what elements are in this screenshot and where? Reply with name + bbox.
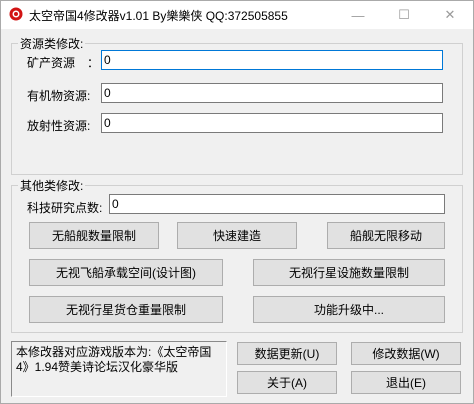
exit-button[interactable]: 退出(E): [351, 371, 461, 394]
main-window: 太空帝国4修改器v1.01 By樂樂侠 QQ:372505855 — ☐ ✕ 资…: [0, 0, 474, 404]
version-info-text[interactable]: 本修改器对应游戏版本为:《太空帝国4》1.94赞美诗论坛汉化豪华版: [11, 341, 227, 397]
minerals-input[interactable]: [101, 50, 443, 70]
about-button[interactable]: 关于(A): [237, 371, 337, 394]
organics-label: 有机物资源:: [27, 89, 91, 103]
other-legend: 其他类修改:: [20, 179, 84, 193]
ignore-cargo-weight-button[interactable]: 无视行星货仓重量限制: [29, 296, 223, 323]
organics-input[interactable]: [101, 83, 443, 103]
window-title: 太空帝国4修改器v1.01 By樂樂侠 QQ:372505855: [29, 9, 288, 23]
close-button[interactable]: ✕: [427, 1, 473, 29]
no-ship-limit-button[interactable]: 无船舰数量限制: [29, 222, 159, 249]
radioactives-input[interactable]: [101, 113, 443, 133]
research-points-input[interactable]: [109, 194, 445, 214]
ignore-carrier-space-button[interactable]: 无视飞船承载空间(设计图): [29, 259, 223, 286]
resources-legend: 资源类修改:: [20, 37, 84, 51]
upgrading-button[interactable]: 功能升级中...: [253, 296, 445, 323]
fast-build-button[interactable]: 快速建造: [177, 222, 297, 249]
title-bar[interactable]: 太空帝国4修改器v1.01 By樂樂侠 QQ:372505855 — ☐ ✕: [1, 1, 473, 29]
radioactives-label: 放射性资源:: [27, 119, 91, 133]
ignore-planet-facility-button[interactable]: 无视行星设施数量限制: [253, 259, 445, 286]
minimize-button[interactable]: —: [335, 1, 381, 29]
research-points-label: 科技研究点数:: [27, 201, 103, 215]
minerals-label: 矿产资源 ：: [27, 56, 100, 70]
unlimited-move-button[interactable]: 船舰无限移动: [327, 222, 445, 249]
maximize-button[interactable]: ☐: [381, 1, 427, 29]
app-icon: [9, 7, 23, 21]
update-data-button[interactable]: 数据更新(U): [237, 342, 337, 365]
modify-data-button[interactable]: 修改数据(W): [351, 342, 461, 365]
